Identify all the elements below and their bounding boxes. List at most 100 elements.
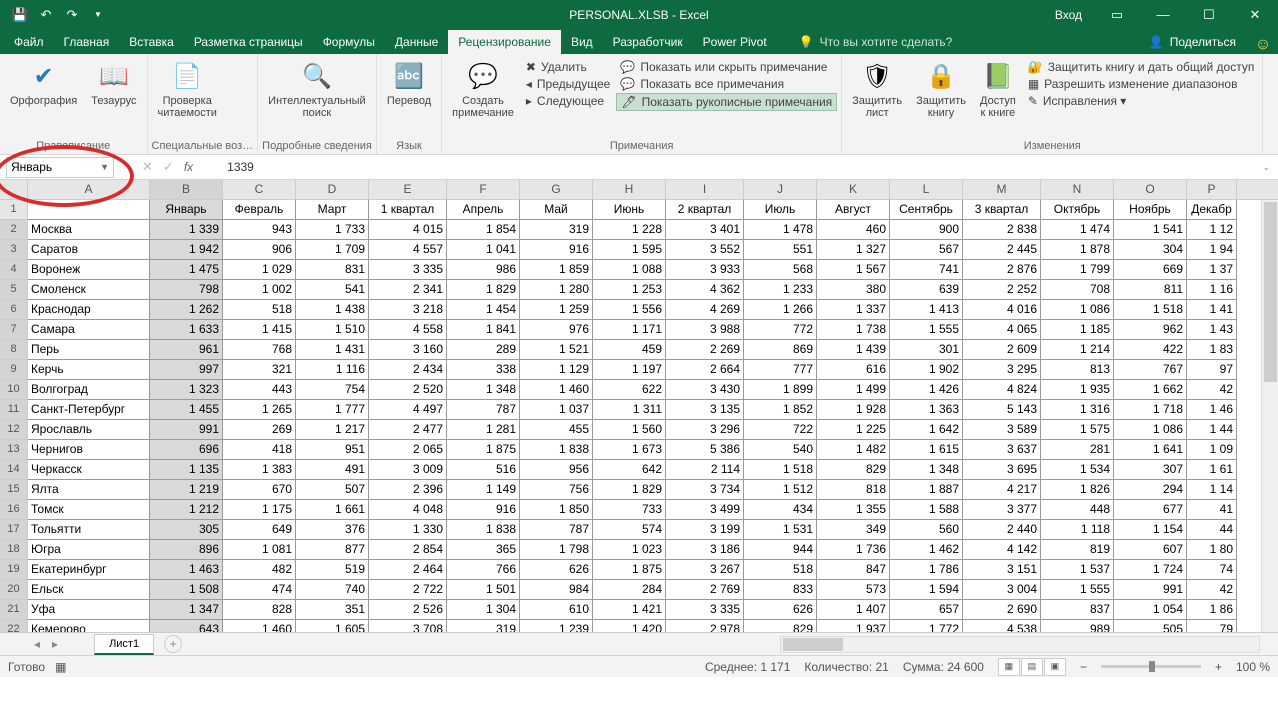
cell[interactable]: 301 (890, 340, 963, 360)
cell[interactable]: 42 (1187, 380, 1237, 400)
readability-button[interactable]: 📄Проверка читаемости (152, 57, 223, 121)
cell[interactable]: 626 (520, 560, 593, 580)
zoom-level[interactable]: 100 % (1236, 660, 1270, 674)
cell[interactable]: 607 (1114, 540, 1187, 560)
cell[interactable]: 1 44 (1187, 420, 1237, 440)
tab-главная[interactable]: Главная (54, 30, 120, 54)
col-header[interactable]: O (1114, 180, 1187, 199)
cell[interactable]: 1 413 (890, 300, 963, 320)
cell[interactable]: 455 (520, 420, 593, 440)
row-header[interactable]: 10 (0, 380, 28, 400)
cell[interactable]: 1 426 (890, 380, 963, 400)
cell[interactable]: 307 (1114, 460, 1187, 480)
cell[interactable]: 1 799 (1041, 260, 1114, 280)
cell[interactable]: 1 838 (447, 520, 520, 540)
ribbon-options-icon[interactable]: ▭ (1094, 0, 1140, 29)
cell[interactable]: 4 065 (963, 320, 1041, 340)
tab-вид[interactable]: Вид (561, 30, 603, 54)
cell[interactable]: 997 (150, 360, 223, 380)
cell[interactable]: 828 (223, 600, 296, 620)
cell[interactable]: 3 335 (666, 600, 744, 620)
cell[interactable]: 1 233 (744, 280, 817, 300)
cell[interactable]: Югра (28, 540, 150, 560)
cell[interactable]: 1 474 (1041, 220, 1114, 240)
view-layout-button[interactable]: ▤ (1021, 658, 1043, 676)
cell[interactable]: 1 642 (890, 420, 963, 440)
cell[interactable]: 989 (1041, 620, 1114, 632)
cell[interactable]: 376 (296, 520, 369, 540)
cell[interactable]: Август (817, 200, 890, 220)
cell[interactable]: 518 (223, 300, 296, 320)
cell[interactable]: 1 135 (150, 460, 223, 480)
row-header[interactable]: 14 (0, 460, 28, 480)
cell[interactable]: 2 876 (963, 260, 1041, 280)
cell[interactable]: 1 041 (447, 240, 520, 260)
row-header[interactable]: 8 (0, 340, 28, 360)
tab-файл[interactable]: Файл (4, 30, 54, 54)
cell[interactable]: 448 (1041, 500, 1114, 520)
translate-button[interactable]: 🔤Перевод (381, 57, 437, 109)
zoom-out-button[interactable]: − (1080, 660, 1087, 674)
cell[interactable]: 1 61 (1187, 460, 1237, 480)
cell[interactable]: 649 (223, 520, 296, 540)
cell[interactable]: 1 265 (223, 400, 296, 420)
cell[interactable]: 944 (744, 540, 817, 560)
cell[interactable]: 1 253 (593, 280, 666, 300)
cell[interactable]: 567 (890, 240, 963, 260)
sheet-nav-next-icon[interactable]: ▸ (46, 637, 64, 651)
protect-share-button[interactable]: 🔐Защитить книгу и дать общий доступ (1024, 59, 1259, 75)
horizontal-scrollbar[interactable] (780, 636, 1260, 653)
cell[interactable]: 2 434 (369, 360, 447, 380)
cell[interactable]: Екатеринбург (28, 560, 150, 580)
cell[interactable]: Май (520, 200, 593, 220)
cell[interactable]: 1 212 (150, 500, 223, 520)
cell[interactable]: 3 401 (666, 220, 744, 240)
cell[interactable]: 1 339 (150, 220, 223, 240)
cell[interactable]: 5 143 (963, 400, 1041, 420)
cell[interactable]: 3 589 (963, 420, 1041, 440)
cell[interactable]: 1 129 (520, 360, 593, 380)
cell[interactable]: 722 (744, 420, 817, 440)
cell[interactable]: 1 415 (223, 320, 296, 340)
protect-sheet-button[interactable]: 🛡Защитить лист (846, 57, 908, 121)
cell[interactable]: 1 541 (1114, 220, 1187, 240)
cell[interactable]: 1 175 (223, 500, 296, 520)
cell[interactable]: 518 (744, 560, 817, 580)
cell[interactable]: 900 (890, 220, 963, 240)
cell[interactable]: 1 560 (593, 420, 666, 440)
cell[interactable]: Декабр (1187, 200, 1237, 220)
cell[interactable]: 1 777 (296, 400, 369, 420)
cell[interactable]: 1 772 (890, 620, 963, 632)
cell[interactable]: 4 362 (666, 280, 744, 300)
cell[interactable]: 1 037 (520, 400, 593, 420)
cell[interactable]: 1 555 (890, 320, 963, 340)
cell[interactable]: 482 (223, 560, 296, 580)
cell[interactable]: 573 (817, 580, 890, 600)
cell[interactable]: Сентябрь (890, 200, 963, 220)
tab-разработчик[interactable]: Разработчик (603, 30, 693, 54)
cell[interactable]: 3 988 (666, 320, 744, 340)
cell[interactable]: 984 (520, 580, 593, 600)
cell[interactable]: 3 335 (369, 260, 447, 280)
cell[interactable]: 1 463 (150, 560, 223, 580)
cell[interactable]: 3 296 (666, 420, 744, 440)
cell[interactable]: 740 (296, 580, 369, 600)
spelling-button[interactable]: ✔Орфография (4, 57, 83, 109)
row-header[interactable]: 22 (0, 620, 28, 632)
cell[interactable]: 2 269 (666, 340, 744, 360)
cell[interactable]: Ельск (28, 580, 150, 600)
cell[interactable]: 3 135 (666, 400, 744, 420)
cell[interactable]: 1 594 (890, 580, 963, 600)
cell[interactable]: 1 12 (1187, 220, 1237, 240)
row-header[interactable]: 18 (0, 540, 28, 560)
cell[interactable]: 1 09 (1187, 440, 1237, 460)
cell[interactable]: 754 (296, 380, 369, 400)
cell[interactable]: 4 142 (963, 540, 1041, 560)
save-icon[interactable]: 💾 (8, 3, 32, 27)
cell[interactable]: 906 (223, 240, 296, 260)
row-header[interactable]: 13 (0, 440, 28, 460)
cell[interactable]: 574 (593, 520, 666, 540)
cell[interactable]: 338 (447, 360, 520, 380)
cell[interactable]: 1 311 (593, 400, 666, 420)
cell[interactable]: 1 852 (744, 400, 817, 420)
